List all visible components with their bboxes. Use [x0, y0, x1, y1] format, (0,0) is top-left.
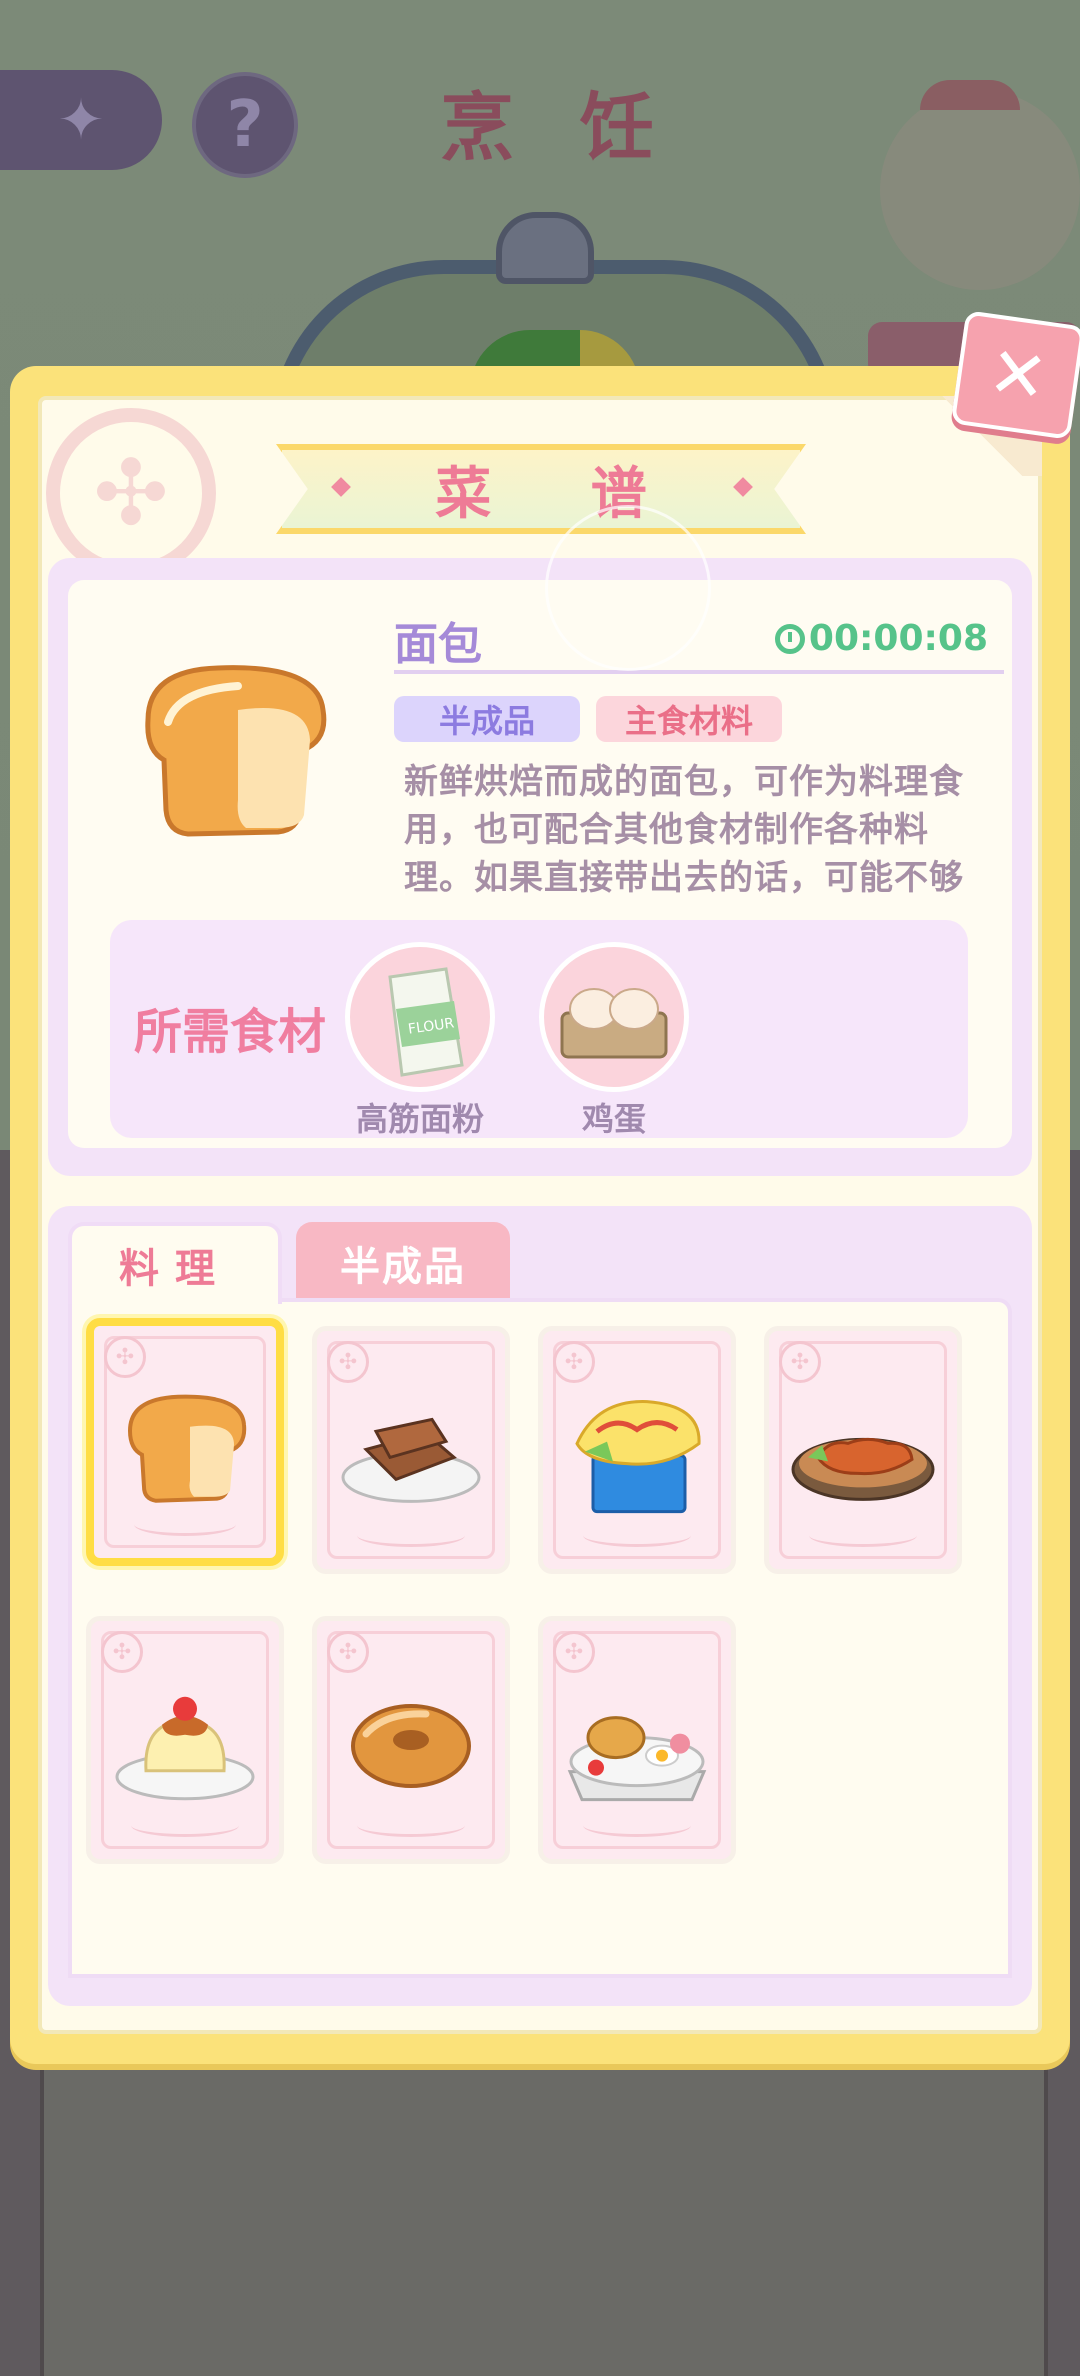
item-name: 面包 — [394, 619, 482, 670]
title-ribbon: 菜 谱 — [276, 444, 806, 534]
recipe-card-toast[interactable]: ✣ — [312, 1326, 510, 1574]
fork-spoon-badge-icon: ✣ — [553, 1631, 595, 1673]
fork-spoon-watermark-icon: ✣ — [46, 408, 216, 578]
item-detail-card: 面包 00:00:08 半成品 主食材料 新鲜烘焙而成的面包，可作为料理食用，也… — [68, 580, 1012, 1148]
help-button[interactable]: ? — [192, 72, 298, 178]
recipe-card-bread[interactable]: ✣ — [86, 1318, 284, 1566]
tab-semi-finished[interactable]: 半成品 — [296, 1222, 510, 1304]
ingredient-name: 鸡蛋 — [581, 1100, 646, 1138]
fork-spoon-badge-icon: ✣ — [327, 1341, 369, 1383]
ingredients-label: 所需食材 — [134, 1004, 327, 1060]
recipe-list-panel: 料理 半成品 ✣ ✣ ✣ ✣ ✣ ✣ ✣ — [48, 1206, 1032, 2006]
recipe-card-breakfast[interactable]: ✣ — [538, 1616, 736, 1864]
close-button[interactable]: ✕ — [950, 310, 1080, 440]
clock-icon — [774, 623, 805, 654]
glazed-meat-plate-icon — [791, 1437, 935, 1501]
bread-icon — [127, 1394, 247, 1503]
toast-plate-icon — [341, 1417, 481, 1503]
tap-indicator-ring — [545, 505, 711, 671]
donut-icon — [351, 1704, 471, 1788]
ingredient-flour[interactable]: FLOUR 高筋面粉 — [342, 942, 498, 1140]
back-button[interactable]: ✦ — [0, 70, 162, 170]
background-counter — [40, 2060, 1048, 2376]
recipe-card-omelette[interactable]: ✣ — [538, 1326, 736, 1574]
ingredients-box: 所需食材 FLOUR 高筋面粉 鸡蛋 — [110, 920, 968, 1138]
laurel-decoration — [583, 1524, 691, 1547]
page-title: 烹 饪 — [440, 85, 674, 171]
ingredient-name: 高筋面粉 — [355, 1100, 484, 1138]
name-divider — [394, 670, 1004, 674]
egg-carton-icon — [539, 942, 689, 1092]
tag-semi-finished: 半成品 — [394, 696, 580, 742]
breakfast-platter-icon — [567, 1716, 707, 1802]
laurel-decoration — [134, 1513, 236, 1536]
back-arrow-icon: ✦ — [57, 87, 105, 153]
fork-spoon-badge-icon: ✣ — [101, 1631, 143, 1673]
recipe-card-glazed-meat[interactable]: ✣ — [764, 1326, 962, 1574]
recipe-card-donut[interactable]: ✣ — [312, 1616, 510, 1864]
ingredient-egg[interactable]: 鸡蛋 — [536, 942, 692, 1140]
cook-timer: 00:00:08 — [774, 618, 988, 659]
tab-dishes[interactable]: 料理 — [68, 1222, 282, 1304]
bread-icon — [145, 665, 327, 837]
tag-staple-ingredient: 主食材料 — [596, 696, 782, 742]
item-description[interactable]: 新鲜烘焙而成的面包，可作为料理食用，也可配合其他食材制作各种料理。如果直接带出去… — [404, 758, 994, 898]
laurel-decoration — [357, 1814, 465, 1837]
laurel-decoration — [357, 1524, 465, 1547]
fork-spoon-badge-icon: ✣ — [553, 1341, 595, 1383]
dome-knob — [496, 212, 594, 284]
recipe-card-pudding[interactable]: ✣ — [86, 1616, 284, 1864]
laurel-decoration — [583, 1814, 691, 1837]
laurel-decoration — [809, 1524, 917, 1547]
teapot-decoration — [880, 80, 1080, 290]
flour-bag-icon: FLOUR — [345, 942, 495, 1092]
timer-value: 00:00:08 — [808, 618, 988, 659]
strawberry-pudding-icon — [115, 1696, 255, 1801]
fork-spoon-badge-icon: ✣ — [327, 1631, 369, 1673]
item-detail-panel: 面包 00:00:08 半成品 主食材料 新鲜烘焙而成的面包，可作为料理食用，也… — [48, 558, 1032, 1176]
laurel-decoration — [131, 1814, 239, 1837]
omelette-box-icon — [575, 1400, 701, 1514]
fork-spoon-badge-icon: ✣ — [104, 1336, 146, 1378]
fork-spoon-badge-icon: ✣ — [779, 1341, 821, 1383]
recipe-grid: ✣ ✣ ✣ ✣ ✣ ✣ ✣ — [68, 1298, 1012, 1978]
